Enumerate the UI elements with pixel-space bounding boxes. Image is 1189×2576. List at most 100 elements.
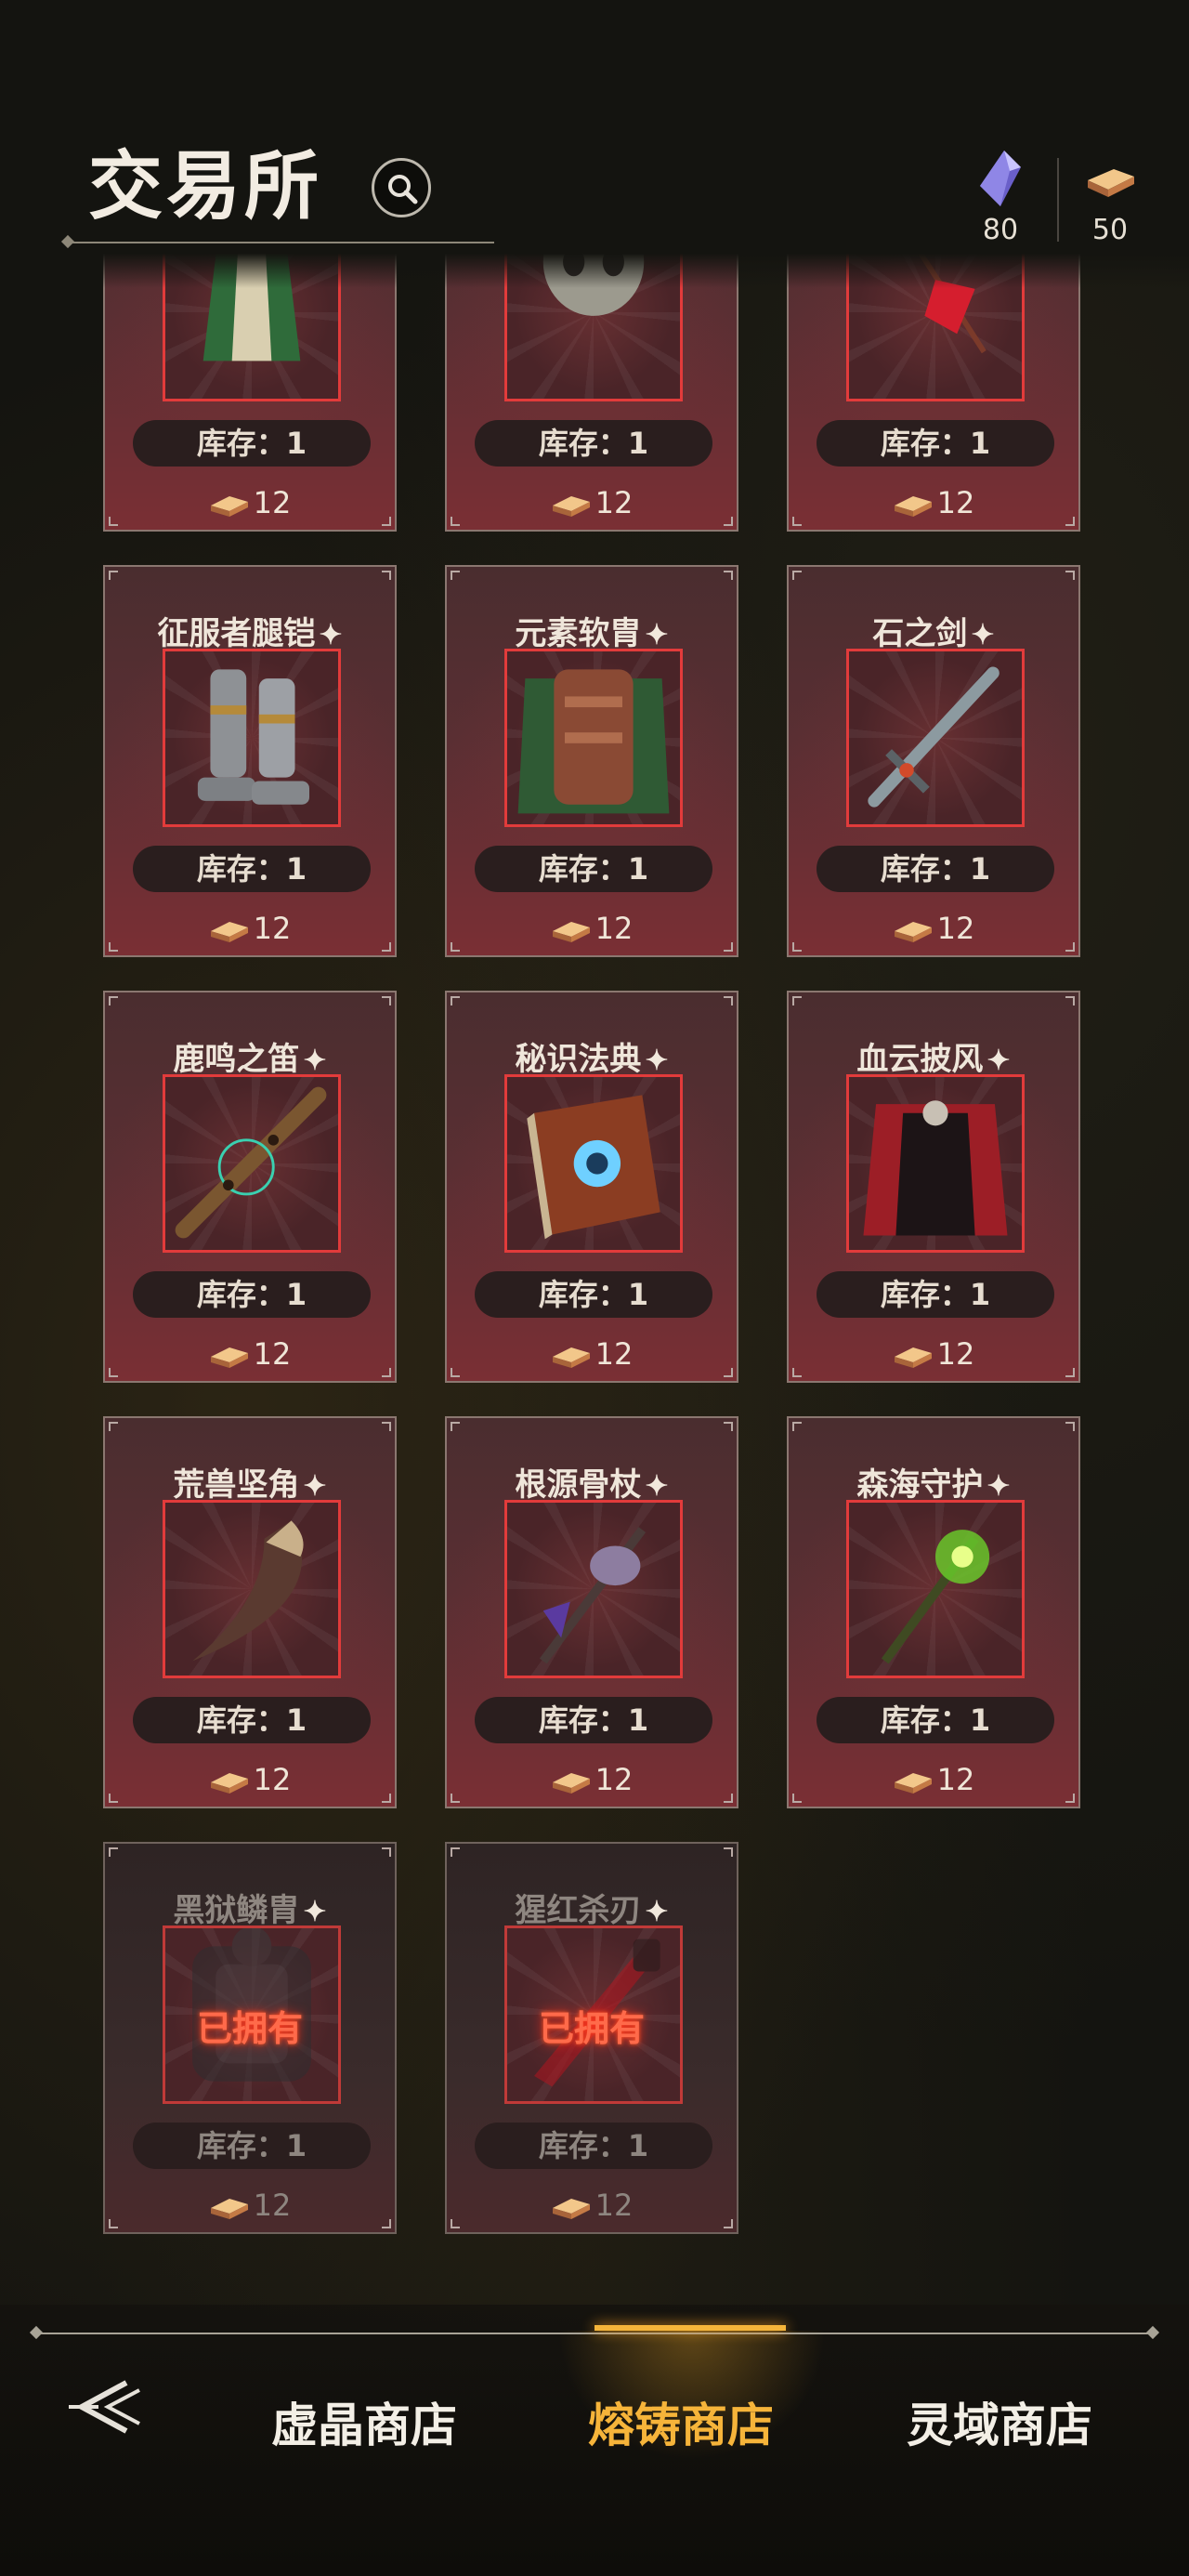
search-icon: [388, 175, 418, 204]
stock-count: 库存：1: [475, 1697, 712, 1743]
ingot-amount: 50: [1091, 214, 1129, 246]
price-value: 12: [936, 911, 975, 946]
card-corner: [451, 1422, 460, 1431]
ingot-icon: [552, 2199, 590, 2219]
bone-staff-icon: [539, 1527, 647, 1664]
item-card[interactable]: 猩红杀刃 ✦ 已拥有 库存：1 12: [445, 1842, 738, 2234]
sparkle-icon: ✦: [303, 1896, 327, 1928]
tab-spirit-shop[interactable]: 灵域商店: [907, 2388, 1092, 2455]
item-card[interactable]: 元素软胄 ✦ 库存：1 12: [445, 565, 738, 957]
card-corner: [792, 996, 802, 1005]
item-price: 12: [105, 911, 395, 946]
armor-cloak-icon: [517, 669, 670, 814]
sparkle-icon: ✦: [645, 1045, 669, 1077]
active-tab-indicator: [594, 2325, 786, 2331]
price-value: 12: [253, 2188, 292, 2223]
ingot-icon: [210, 2199, 248, 2219]
item-card[interactable]: 根源骨杖 ✦ 库存：1 12: [445, 1416, 738, 1808]
card-corner: [451, 1847, 460, 1857]
ingot-icon: [552, 922, 590, 942]
sparkle-icon: ✦: [303, 1470, 327, 1503]
item-price: 12: [447, 1336, 737, 1372]
forest-staff-icon: [881, 1530, 990, 1664]
price-value: 12: [594, 2188, 634, 2223]
crystal-icon: [973, 149, 1028, 206]
item-card[interactable]: 荒兽坚角 ✦ 库存：1 12: [103, 1416, 397, 1808]
item-price: 12: [447, 2188, 737, 2223]
item-price: 12: [105, 1336, 395, 1372]
card-corner: [1065, 996, 1075, 1005]
stock-count: 库存：1: [133, 846, 371, 892]
card-corner: [109, 1847, 118, 1857]
item-image-frame: [504, 1074, 683, 1253]
stock-count: 库存：1: [133, 420, 371, 467]
card-corner: [724, 571, 733, 580]
card-corner: [451, 571, 460, 580]
item-card[interactable]: 秘识法典 ✦ 库存：1 12: [445, 991, 738, 1383]
sparkle-icon: ✦: [303, 1045, 327, 1077]
price-value: 12: [253, 911, 292, 946]
price-value: 12: [936, 1336, 975, 1372]
price-value: 12: [936, 1762, 975, 1797]
item-price: 12: [105, 485, 395, 520]
sparkle-icon: ✦: [645, 619, 669, 651]
ingot-icon: [210, 496, 248, 517]
nav-divider: [35, 2333, 1154, 2334]
bottom-nav: 虚晶商店 熔铸商店 灵域商店: [0, 2305, 1189, 2576]
search-button[interactable]: [372, 158, 431, 217]
ingot-currency[interactable]: 50: [1068, 149, 1152, 246]
item-name: 黑狱鳞胄 ✦: [173, 1892, 327, 1929]
back-button[interactable]: [61, 2370, 154, 2444]
owned-badge: 已拥有: [538, 2007, 645, 2049]
item-image-frame: [163, 1500, 341, 1678]
sparkle-icon: ✦: [645, 1470, 669, 1503]
price-value: 12: [936, 485, 975, 520]
item-name: 猩红杀刃 ✦: [515, 1892, 669, 1929]
item-card[interactable]: 征服者腿铠 ✦ 库存：1 12: [103, 565, 397, 957]
item-card[interactable]: 森海守护 ✦ 库存：1 12: [787, 1416, 1080, 1808]
sword-icon: [868, 666, 1000, 808]
flute-icon: [175, 1086, 327, 1239]
tab-forge-shop[interactable]: 熔铸商店: [588, 2388, 774, 2455]
crystal-currency[interactable]: 80: [959, 149, 1042, 246]
stock-count: 库存：1: [475, 846, 712, 892]
item-name: 石之剑 ✦: [872, 615, 995, 652]
card-corner: [109, 996, 118, 1005]
cape-icon: [863, 1100, 1008, 1236]
item-name: 元素软胄 ✦: [515, 615, 669, 652]
item-image-frame: [846, 1500, 1025, 1678]
sparkle-icon: ✦: [986, 1045, 1011, 1077]
item-card[interactable]: 血云披风 ✦ 库存：1 12: [787, 991, 1080, 1383]
item-name: 征服者腿铠 ✦: [157, 615, 343, 652]
header: 交易所 80 50: [0, 0, 1189, 279]
card-corner: [724, 1422, 733, 1431]
owned-badge: 已拥有: [196, 2007, 303, 2049]
item-image-frame: [504, 1500, 683, 1678]
ingot-icon: [210, 1773, 248, 1794]
item-name: 根源骨杖 ✦: [515, 1466, 669, 1504]
card-corner: [792, 1422, 802, 1431]
tab-crystal-shop[interactable]: 虚晶商店: [271, 2388, 457, 2455]
item-price: 12: [447, 485, 737, 520]
item-name: 荒兽坚角 ✦: [173, 1466, 327, 1504]
item-card[interactable]: 鹿鸣之笛 ✦ 库存：1 12: [103, 991, 397, 1383]
stock-count: 库存：1: [133, 2123, 371, 2169]
price-value: 12: [253, 485, 292, 520]
ingot-icon: [552, 1773, 590, 1794]
price-value: 12: [253, 1762, 292, 1797]
ingot-icon: [210, 1347, 248, 1368]
ingot-icon: [552, 496, 590, 517]
page-title: 交易所: [88, 142, 322, 230]
card-corner: [382, 571, 391, 580]
stock-count: 库存：1: [817, 1697, 1054, 1743]
back-arrow-icon: [69, 2380, 140, 2434]
title-underline: [67, 242, 494, 243]
tome-icon: [527, 1095, 660, 1240]
ingot-icon: [210, 922, 248, 942]
item-card[interactable]: 石之剑 ✦ 库存：1 12: [787, 565, 1080, 957]
item-price: 12: [447, 911, 737, 946]
item-card[interactable]: 黑狱鳞胄 ✦ 已拥有库存：1 12: [103, 1842, 397, 2234]
card-corner: [451, 996, 460, 1005]
card-corner: [109, 571, 118, 580]
horn-icon: [192, 1520, 304, 1662]
